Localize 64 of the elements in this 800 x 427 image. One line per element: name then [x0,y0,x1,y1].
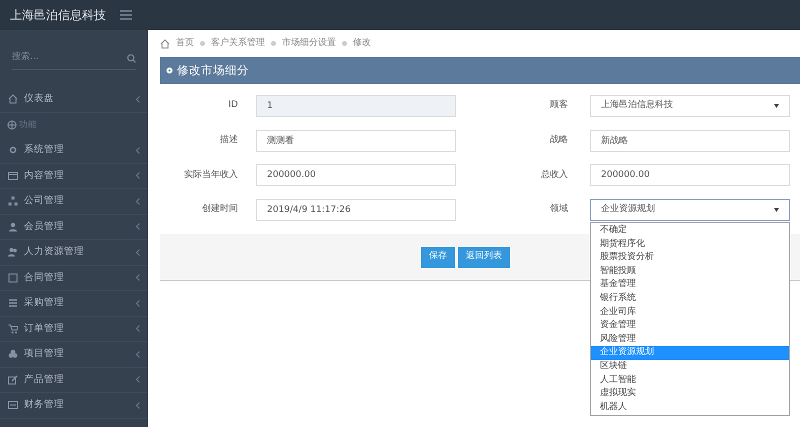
breadcrumb-link[interactable]: 市场细分设置 [282,36,336,50]
chevron-icon [136,146,140,154]
chevron-icon [136,325,140,332]
field-label: 描述 [219,134,239,147]
sitemap-icon [8,196,18,206]
section-header: 功能 [19,118,37,132]
chevron-icon [136,172,140,180]
cubes-icon [8,349,18,360]
list-icon [8,298,18,308]
field-label: 总收入 [540,168,569,182]
field-label: ID [227,99,239,112]
brand-title: 上海邑泊信息科技 [9,7,107,24]
dropdown-option[interactable]: 资金管理 [591,319,789,333]
input-field[interactable]: 200000.00 [590,164,790,186]
globe-icon [7,120,17,130]
input-field[interactable]: 200000.00 [256,164,456,186]
dropdown-option[interactable]: 股票投资分析 [591,251,789,265]
menu-icon[interactable] [120,10,132,20]
dropdown-option[interactable]: 期货程序化 [591,238,789,252]
dropdown-option[interactable]: 区块链 [591,360,789,374]
breadcrumb-link[interactable]: 客户关系管理 [211,36,265,50]
dropdown-option[interactable]: 虚拟现实 [591,387,789,401]
chevron-icon [136,350,140,358]
home-icon [8,94,18,104]
cart-icon [8,324,18,334]
dropdown-option[interactable]: 机器人 [591,400,789,414]
dropdown-option[interactable]: 企业司库 [591,306,789,320]
breadcrumb-link[interactable]: 首页 [176,36,194,50]
window-icon [8,170,18,181]
caret-icon [774,208,779,212]
chevron-icon [136,198,140,205]
chevron-icon [136,274,140,282]
search-icon [127,54,136,62]
chevron-icon [136,376,140,384]
dropdown-option[interactable]: 银行系统 [591,292,789,306]
user-icon [8,222,18,232]
card-icon [8,400,18,410]
field-label: 领域 [549,203,569,216]
chevron-icon [136,248,140,256]
dropdown-option[interactable]: 智能投顾 [591,264,789,278]
dropdown-option[interactable]: 不确定 [591,224,789,238]
square-icon [8,272,18,283]
select-field[interactable]: 企业资源规划 [590,199,790,222]
field-label: 实际当年收入 [183,168,239,182]
chevron-icon [136,300,140,307]
field-label: 顾客 [549,99,569,112]
dropdown-option[interactable]: 基金管理 [591,278,789,292]
chevron-icon [136,402,140,409]
caret-icon [774,104,779,108]
home-icon [160,38,170,48]
dropdown-option[interactable]: 人工智能 [591,374,789,388]
input-field[interactable]: 测测看 [256,130,456,152]
input-field[interactable]: 2019/4/9 11:17:26 [256,199,456,222]
chevron-icon [136,223,140,230]
select-field[interactable]: 上海邑泊信息科技 [590,95,790,117]
chevron-icon [136,96,140,103]
panel-title: 修改市场细分 [177,62,249,79]
search-field[interactable]: 搜索... [12,51,127,65]
field-label: 战略 [549,134,569,147]
users-icon [8,247,18,258]
input-field[interactable]: 新战略 [590,130,790,152]
edit-icon [8,374,18,385]
field-label: 创建时间 [201,203,239,216]
dropdown-option[interactable]: 风险管理 [591,332,789,346]
